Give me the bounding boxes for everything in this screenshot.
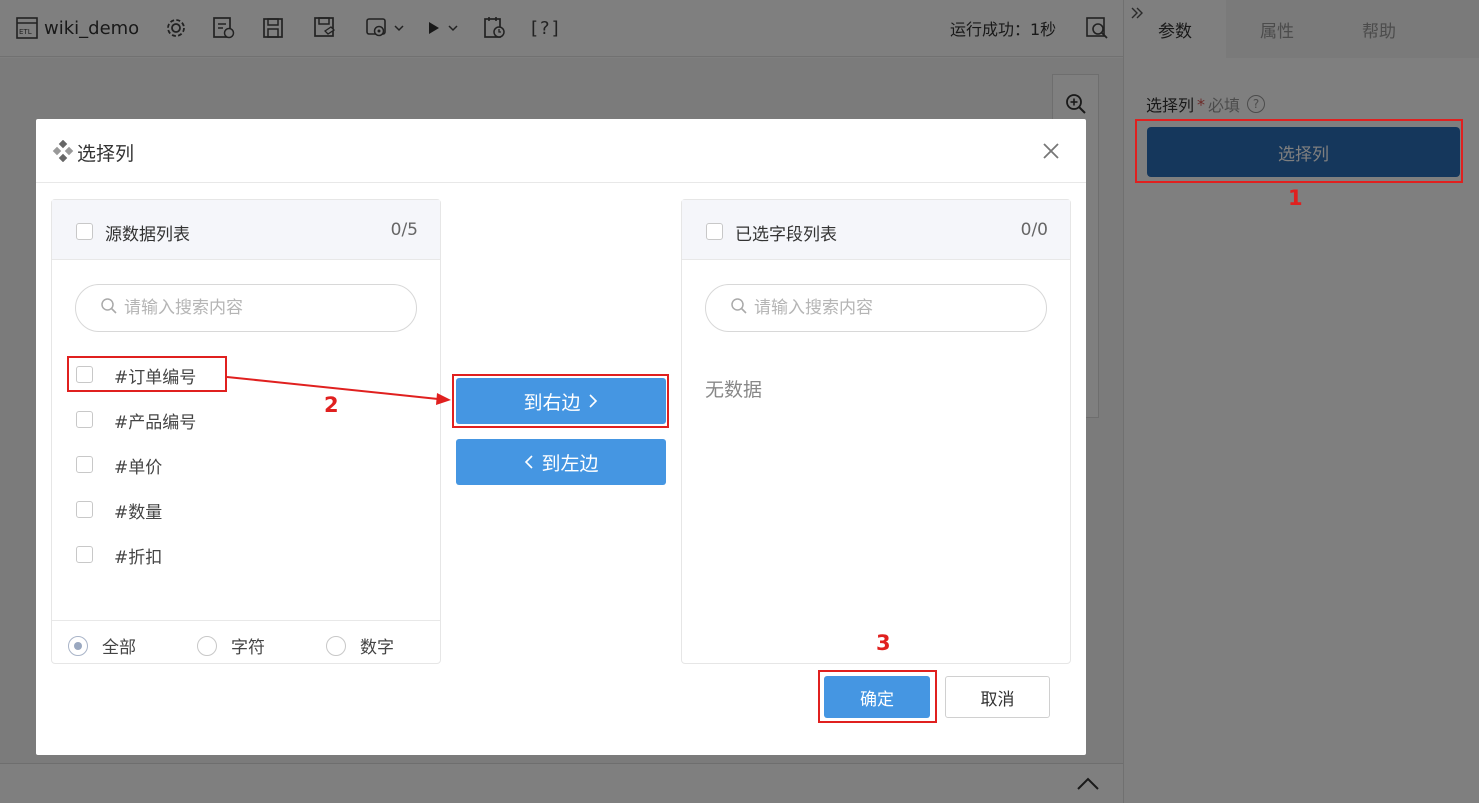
annotation-label-3: 3 — [876, 631, 891, 655]
annotation-label-2: 2 — [324, 393, 339, 417]
annotation-box-3 — [818, 670, 937, 723]
annotation-arrow — [226, 376, 451, 405]
